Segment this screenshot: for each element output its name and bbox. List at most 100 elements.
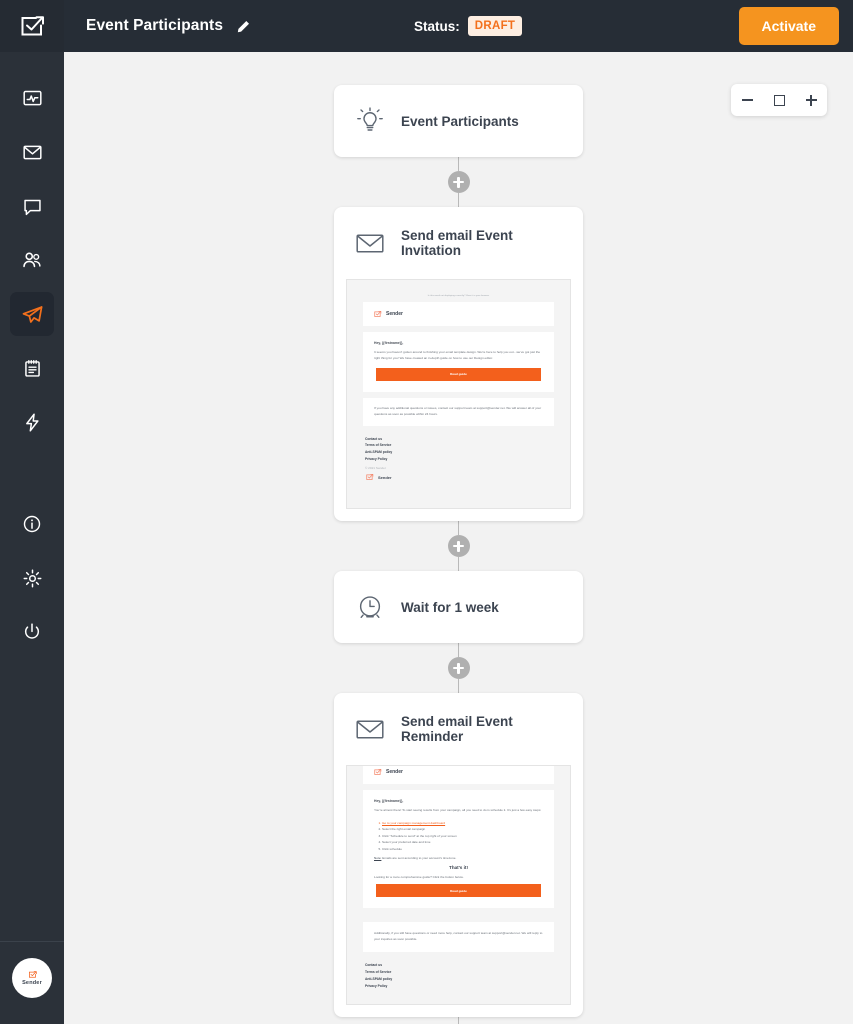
minus-icon (741, 99, 753, 101)
zoom-fit-button[interactable] (773, 94, 785, 106)
flow-node-email-reminder[interactable]: Send email Event Reminder Sender Hey, {{… (334, 693, 583, 1017)
preview-brand: Sender (373, 310, 544, 318)
status-area: Status: DRAFT (414, 0, 523, 52)
email-preview-reminder[interactable]: Sender Hey, {{firstname}}, You're almost… (346, 765, 571, 1005)
sidebar-divider (0, 941, 64, 942)
power-icon (24, 623, 40, 639)
preview-header-card: Sender (363, 766, 554, 784)
zoom-in-button[interactable] (805, 94, 817, 106)
preview-footer-link: Terms of Service (365, 443, 392, 448)
preview-footer-brand: Sender (363, 473, 554, 481)
node-title: Wait for 1 week (401, 599, 499, 615)
preview-body: You're almost there! To start seeing res… (374, 808, 542, 812)
lightbulb-icon (354, 105, 386, 137)
node-title: Send email Event Reminder (401, 714, 513, 744)
preview-note-text: Emails are sent according to your accoun… (382, 856, 457, 861)
add-step-button[interactable] (447, 657, 470, 679)
flow-node-email-invitation[interactable]: Send email Event Invitation Is this emai… (334, 207, 583, 521)
add-step-button[interactable] (447, 535, 470, 557)
chat-bubble-icon (23, 199, 41, 215)
activate-button[interactable]: Activate (738, 7, 839, 45)
preview-support-card: Additionally, if you still have question… (363, 922, 554, 953)
preview-pretext: Is this email not displaying correctly? … (427, 295, 490, 297)
zoom-out-button[interactable] (741, 99, 753, 101)
status-badge: DRAFT (467, 16, 523, 36)
preview-body-card: Hey, {{firstname}}, It seems you haven't… (363, 332, 554, 392)
preview-footnote: Additionally, if you still have question… (374, 931, 543, 942)
zoom-controls (731, 84, 827, 116)
gear-icon (23, 569, 41, 587)
node-title: Send email Event Invitation (401, 228, 513, 258)
workflow-title: Event Participants (86, 17, 224, 34)
sidebar-item-dashboard[interactable] (10, 76, 54, 120)
sidebar-item-audience[interactable] (10, 238, 54, 282)
preview-note: Note: Emails are sent according to your … (374, 856, 543, 860)
preview-body-card: Hey, {{firstname}}, You're almost there!… (363, 790, 554, 909)
add-step-button[interactable] (447, 171, 470, 193)
sidebar-item-info[interactable] (10, 502, 54, 546)
checkbox-arrow-logo-icon (21, 16, 44, 36)
preview-footer-links: Contact us Terms of Service Anti-SPAM po… (363, 958, 554, 990)
preview-brand-name: Sender (386, 311, 403, 317)
preview-footer-link: Anti-SPAM policy (365, 450, 393, 455)
sidebar-item-emails[interactable] (10, 130, 54, 174)
email-preview-invitation[interactable]: Is this email not displaying correctly? … (346, 279, 571, 509)
users-group-icon (23, 252, 41, 268)
preview-footer-link: Terms of Service (365, 969, 392, 974)
envelope-icon (354, 227, 386, 259)
flow-node-trigger[interactable]: Event Participants (334, 85, 583, 157)
plus-icon (805, 94, 817, 106)
preview-cta-text: Looking for a more comprehensive guide? … (374, 875, 464, 880)
dashboard-monitor-icon (22, 90, 42, 105)
node-header: Send email Event Invitation (334, 207, 583, 279)
node-header: Wait for 1 week (334, 571, 583, 643)
sidebar-item-triggers[interactable] (10, 400, 54, 444)
preview-footnote: If you have any additional questions or … (374, 405, 542, 416)
workflow-canvas[interactable]: Event Participants Send email Event Invi… (64, 52, 853, 1024)
main-area: Event Participants Status: DRAFT Activat… (64, 0, 853, 1024)
sender-mark-icon (366, 474, 374, 481)
flow-node-delay[interactable]: Wait for 1 week (334, 571, 583, 643)
node-header: Event Participants (334, 85, 583, 157)
preview-brand: Sender (373, 768, 544, 776)
flow-connector (457, 643, 460, 657)
preview-cta-button: Read guide (376, 884, 541, 898)
paper-plane-icon (22, 305, 42, 323)
preview-footer-links: Contact us Terms of Service Anti-SPAM po… (363, 432, 554, 464)
preview-footer-link: Contact us (365, 963, 383, 968)
info-circle-icon (23, 515, 41, 533)
preview-footer-link: Privacy Policy (365, 983, 388, 988)
status-label: Status: (414, 18, 460, 34)
flow-connector (457, 557, 460, 571)
sender-mark-icon (374, 769, 382, 775)
sidebar-item-settings[interactable] (10, 556, 54, 600)
sidebar-item-logout[interactable] (10, 610, 54, 654)
preview-footer-link: Anti-SPAM policy (365, 976, 393, 981)
flow-connector (457, 1017, 460, 1024)
edit-title-button[interactable] (233, 16, 253, 36)
sidebar-item-chat[interactable] (10, 184, 54, 228)
preview-footer-link: Privacy Policy (365, 457, 388, 462)
account-badge[interactable]: Sender (12, 958, 52, 998)
preview-brand-name: Sender (386, 769, 403, 775)
preview-support-card: If you have any additional questions or … (363, 397, 554, 426)
pencil-icon (237, 20, 249, 32)
flow-connector (457, 193, 460, 207)
sidebar-item-forms[interactable] (10, 346, 54, 390)
sender-mark-icon (28, 971, 37, 978)
sidebar-item-automation[interactable] (10, 292, 54, 336)
square-fit-icon (773, 94, 785, 106)
node-title: Event Participants (401, 113, 519, 129)
flow-container: Event Participants Send email Event Invi… (64, 52, 853, 1024)
automation-workflow-app: Sender Event Participants Status: DRAFT … (0, 0, 853, 1024)
sender-mark-icon (374, 311, 382, 317)
preview-steps-list: Go to your campaign management dashboard… (382, 820, 543, 852)
preview-copyright: © 2021 Sender (365, 466, 386, 471)
lightning-bolt-icon (25, 412, 39, 432)
envelope-icon (354, 713, 386, 745)
preview-header-card: Sender (363, 302, 554, 326)
node-header: Send email Event Reminder (334, 693, 583, 765)
preview-step: Click schedule (382, 846, 543, 852)
flow-connector (457, 521, 460, 535)
app-logo[interactable] (0, 0, 64, 52)
